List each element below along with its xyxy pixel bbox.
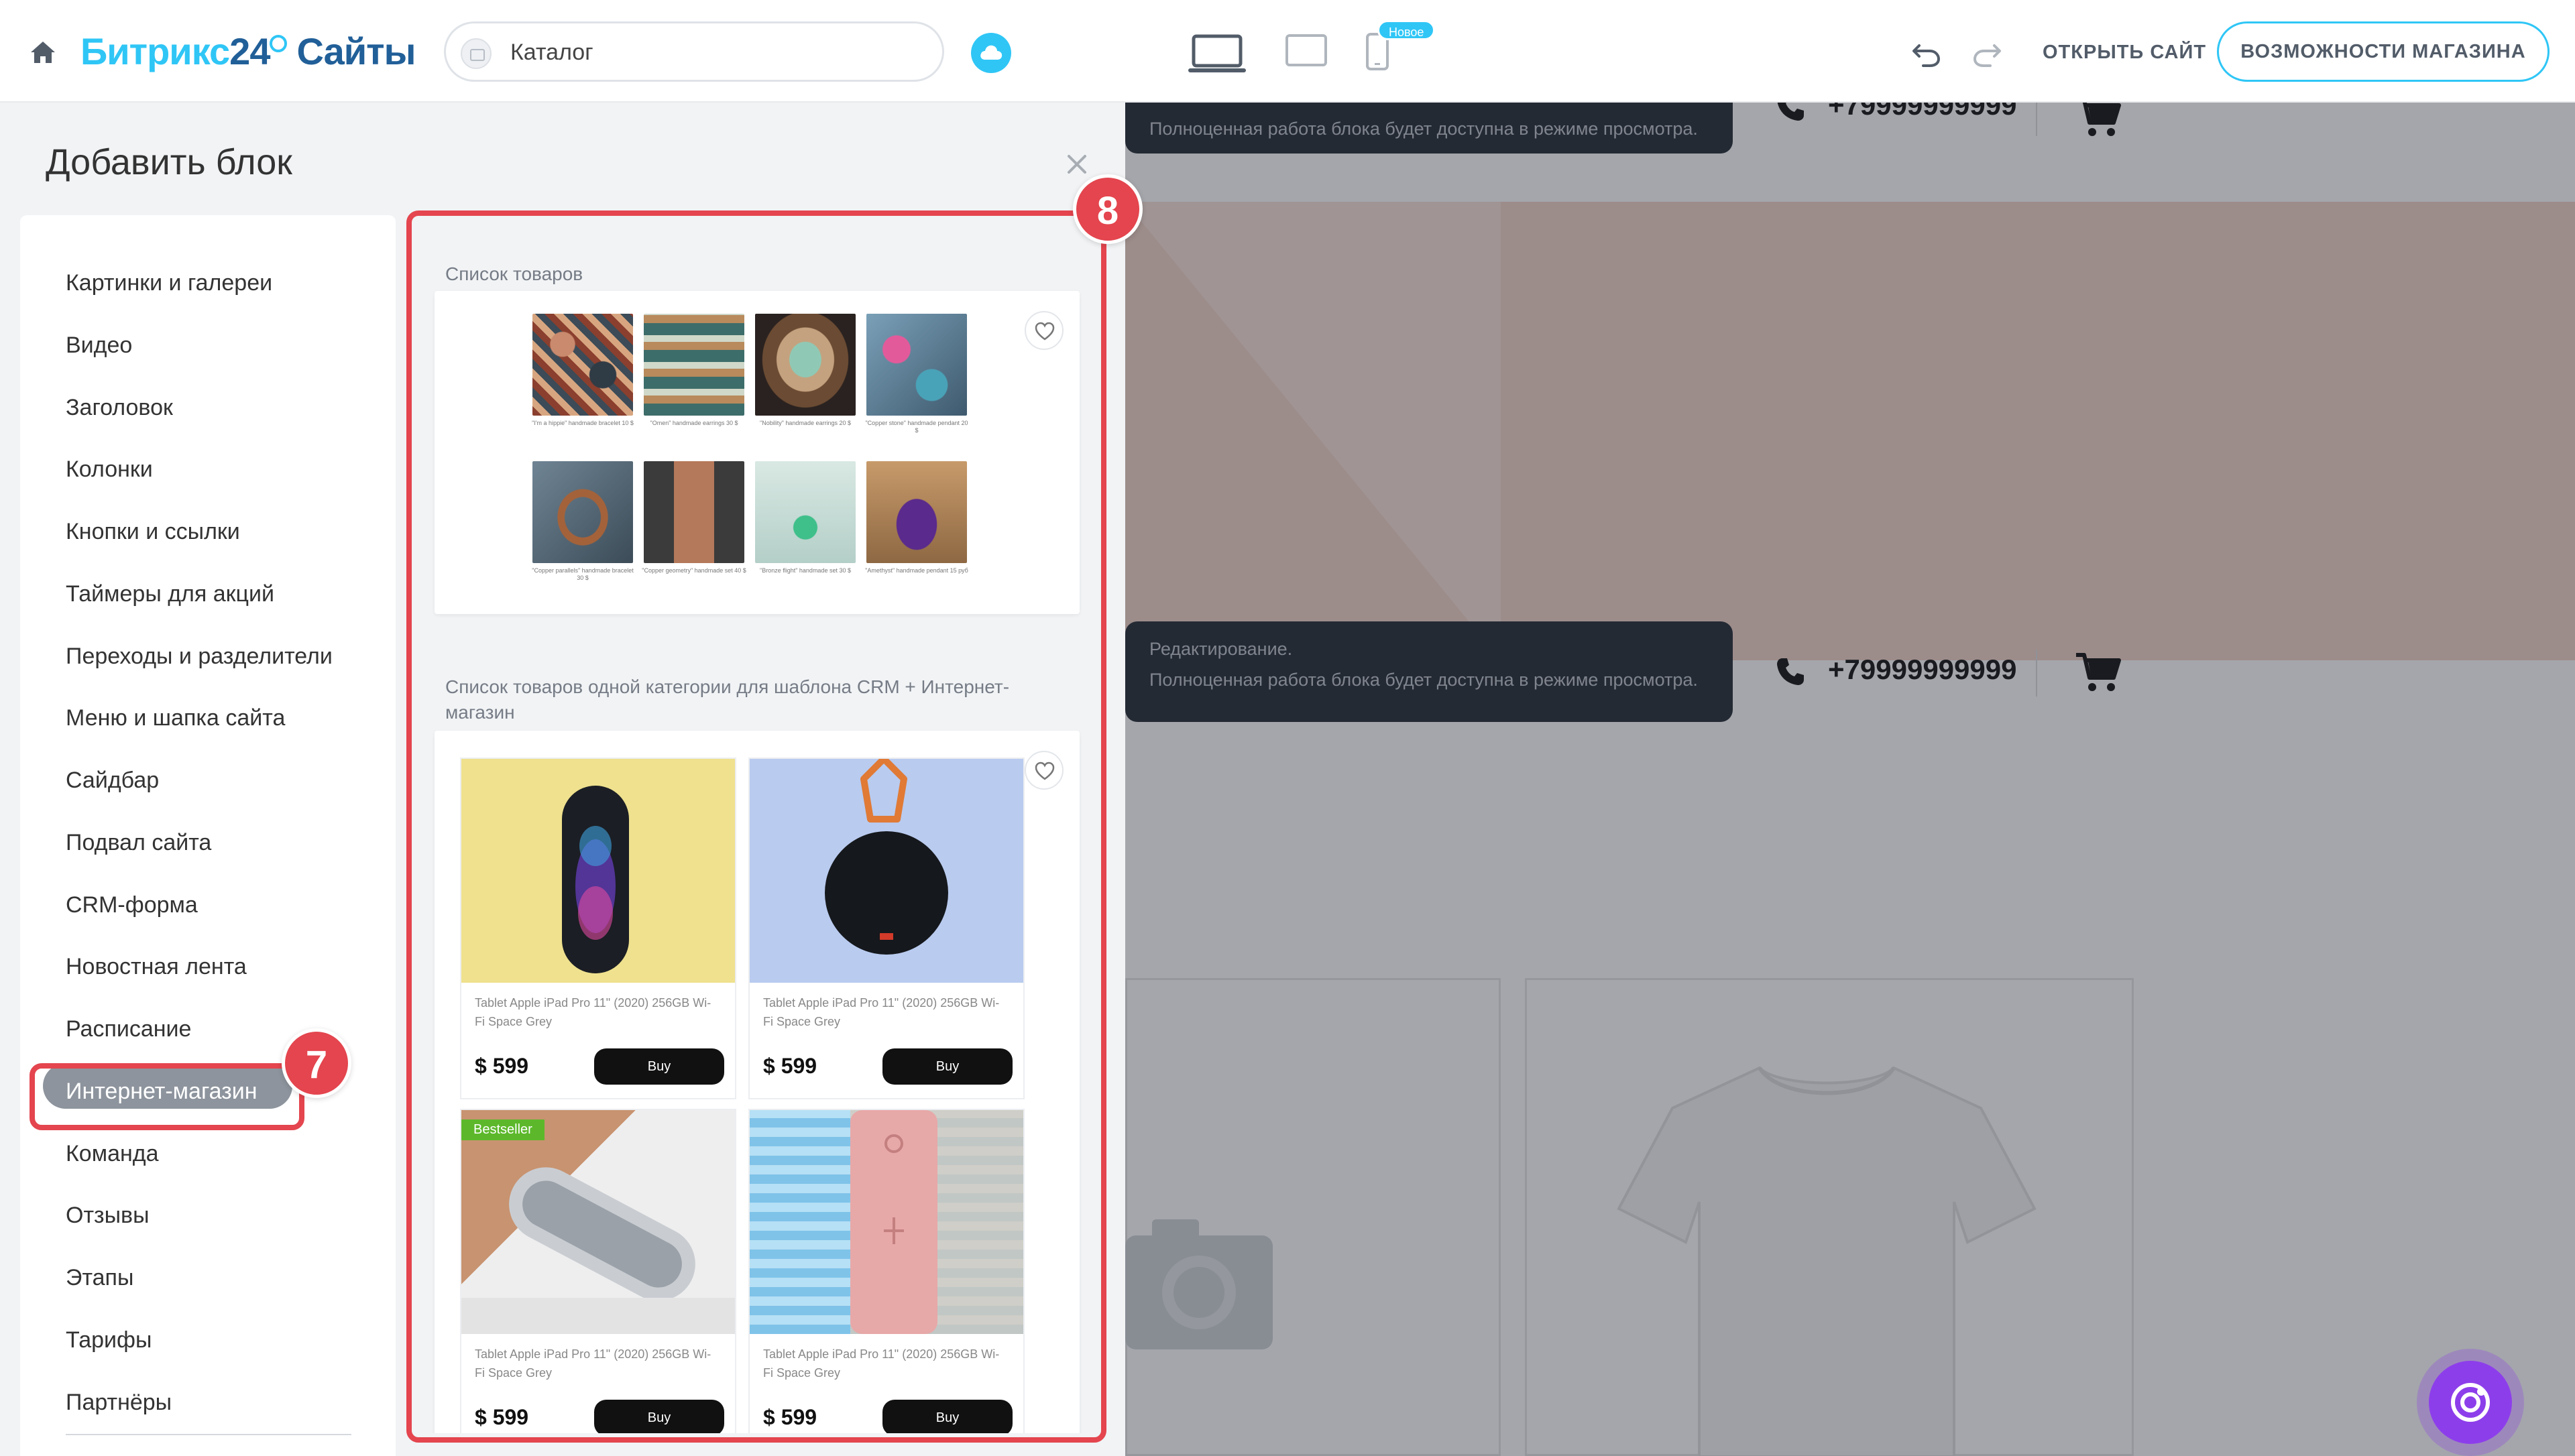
- bitrix24-logo[interactable]: Битрикс24 Сайты: [80, 29, 416, 73]
- new-badge: Новое: [1377, 20, 1436, 40]
- category-list: Картинки и галереи Видео Заголовок Колон…: [20, 215, 396, 1456]
- category-item[interactable]: Таймеры для акций: [66, 581, 274, 607]
- top-bar: Битрикс24 Сайты Каталог Новое ОТКРЫТЬ САЙ…: [0, 0, 2575, 103]
- highlight-frame-templates: [406, 210, 1106, 1443]
- shop-features-button[interactable]: ВОЗМОЖНОСТИ МАГАЗИНА: [2217, 21, 2550, 82]
- category-item[interactable]: Партнёры: [66, 1390, 172, 1416]
- highlight-frame-category: [30, 1063, 304, 1130]
- category-item[interactable]: Переходы и разделители: [66, 644, 333, 670]
- category-item[interactable]: Этапы: [66, 1265, 133, 1291]
- category-item[interactable]: Отзывы: [66, 1203, 150, 1229]
- step-badge-8: 8: [1073, 174, 1143, 244]
- redo-icon[interactable]: [1971, 39, 2002, 67]
- preview-dim-overlay: [1125, 103, 2575, 1456]
- tablet-view-icon[interactable]: [1285, 34, 1328, 67]
- page-selector-label: Каталог: [510, 40, 593, 65]
- category-item[interactable]: Сайдбар: [66, 768, 159, 794]
- copilot-button[interactable]: [2429, 1361, 2512, 1444]
- undo-icon[interactable]: [1911, 39, 1942, 67]
- category-item[interactable]: Заголовок: [66, 395, 173, 421]
- list-divider: [66, 1434, 351, 1435]
- home-icon[interactable]: [30, 40, 56, 64]
- panel-title: Добавить блок: [46, 142, 292, 182]
- category-item[interactable]: Видео: [66, 332, 132, 359]
- category-item[interactable]: Кнопки и ссылки: [66, 519, 240, 545]
- copilot-icon: [2451, 1383, 2490, 1422]
- category-item[interactable]: Команда: [66, 1141, 159, 1167]
- page-thumbnail-icon: [461, 38, 492, 69]
- category-item[interactable]: Картинки и галереи: [66, 270, 272, 296]
- clock-icon: [270, 35, 288, 52]
- desktop-view-icon[interactable]: [1188, 34, 1246, 74]
- category-item[interactable]: Тарифы: [66, 1327, 152, 1353]
- site-preview: Полноценная работа блока будет доступна …: [1125, 103, 2575, 1456]
- category-item[interactable]: Меню и шапка сайта: [66, 705, 285, 731]
- open-site-link[interactable]: ОТКРЫТЬ САЙТ: [2043, 42, 2206, 64]
- cloud-icon: [980, 45, 1003, 60]
- category-item[interactable]: CRM-форма: [66, 892, 198, 918]
- page-selector[interactable]: Каталог: [444, 21, 944, 82]
- category-item[interactable]: Новостная лента: [66, 954, 247, 980]
- cloud-sync-button[interactable]: [971, 33, 1011, 73]
- category-item[interactable]: Подвал сайта: [66, 830, 211, 856]
- category-item[interactable]: Колонки: [66, 457, 153, 483]
- step-badge-7: 7: [282, 1028, 351, 1098]
- close-icon[interactable]: [1065, 152, 1089, 176]
- category-item[interactable]: Расписание: [66, 1016, 191, 1042]
